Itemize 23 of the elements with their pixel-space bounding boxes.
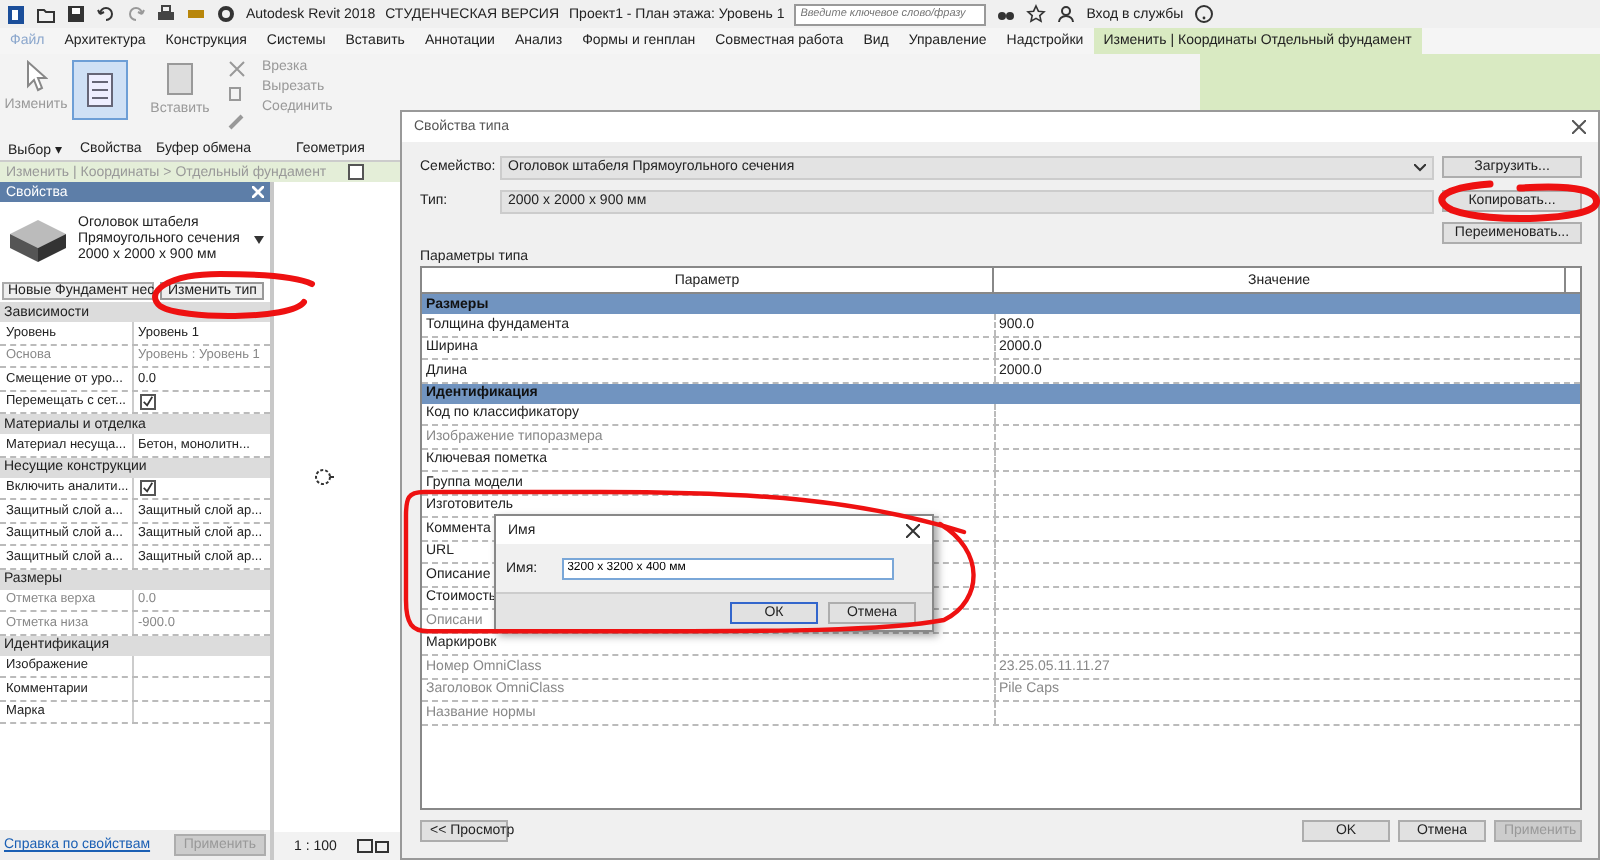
app-logo-icon[interactable] xyxy=(6,3,26,25)
print-icon[interactable] xyxy=(156,4,176,24)
checkbox[interactable] xyxy=(140,393,156,410)
location-marker-icon xyxy=(314,468,334,486)
properties-icon xyxy=(84,70,116,110)
scissors-icon[interactable] xyxy=(228,60,246,78)
properties-button[interactable] xyxy=(72,60,128,120)
close-icon[interactable] xyxy=(1572,120,1586,134)
close-icon[interactable] xyxy=(906,523,920,537)
folder-icon[interactable] xyxy=(36,4,56,24)
view-cube-icon[interactable] xyxy=(356,838,393,854)
undo-icon[interactable] xyxy=(96,4,116,24)
user-icon[interactable] xyxy=(1056,4,1077,24)
cursor-icon xyxy=(24,60,48,92)
clipboard-icon xyxy=(164,60,196,96)
chevron-icon xyxy=(1414,163,1426,171)
checkbox[interactable] xyxy=(140,479,156,496)
dropdown-arrow-icon[interactable] xyxy=(254,236,264,244)
checkbox[interactable] xyxy=(348,164,364,180)
block-icon xyxy=(6,214,70,266)
save-icon[interactable] xyxy=(66,4,86,24)
star-icon[interactable] xyxy=(1026,4,1047,24)
help-icon[interactable] xyxy=(1193,4,1214,24)
